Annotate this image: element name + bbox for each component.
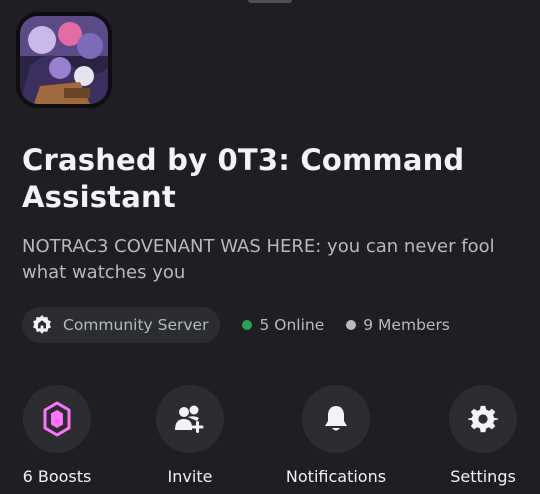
notifications-button[interactable]: Notifications xyxy=(276,385,396,486)
community-server-icon xyxy=(33,315,51,334)
settings-button[interactable]: Settings xyxy=(423,385,540,486)
server-artwork xyxy=(20,16,108,104)
gear-icon xyxy=(468,405,498,433)
boosts-label: 6 Boosts xyxy=(22,467,92,486)
members-text: 9 Members xyxy=(363,316,450,334)
server-icon[interactable] xyxy=(16,12,112,108)
member-count: 9 Members xyxy=(346,316,450,334)
notifications-circle[interactable] xyxy=(302,385,370,453)
bell-icon xyxy=(325,406,347,431)
community-badge[interactable]: Community Server xyxy=(22,307,221,343)
settings-circle[interactable] xyxy=(449,385,517,453)
drag-handle[interactable] xyxy=(248,0,292,3)
boosts-button[interactable]: 6 Boosts xyxy=(0,385,117,486)
online-dot xyxy=(242,320,253,330)
invite-label: Invite xyxy=(167,467,213,486)
invite-circle[interactable] xyxy=(156,385,224,453)
server-meta: Community Server 5 Online 9 Members xyxy=(22,307,450,343)
boost-gem-icon xyxy=(43,401,71,437)
add-user-icon xyxy=(175,405,204,433)
members-dot xyxy=(346,320,357,330)
server-description: NOTRAC3 COVENANT WAS HERE: you can never… xyxy=(22,236,495,283)
online-text: 5 Online xyxy=(259,316,325,334)
settings-label: Settings xyxy=(450,467,516,486)
server-name: Crashed by 0T3: Command Assistant xyxy=(22,143,465,214)
online-count: 5 Online xyxy=(242,316,324,334)
action-row: 6 Boosts Invite Notifications Settings xyxy=(0,385,540,494)
boosts-circle[interactable] xyxy=(23,385,91,453)
notifications-label: Notifications xyxy=(285,467,387,486)
invite-button[interactable]: Invite xyxy=(130,385,250,486)
community-label: Community Server xyxy=(63,316,209,334)
